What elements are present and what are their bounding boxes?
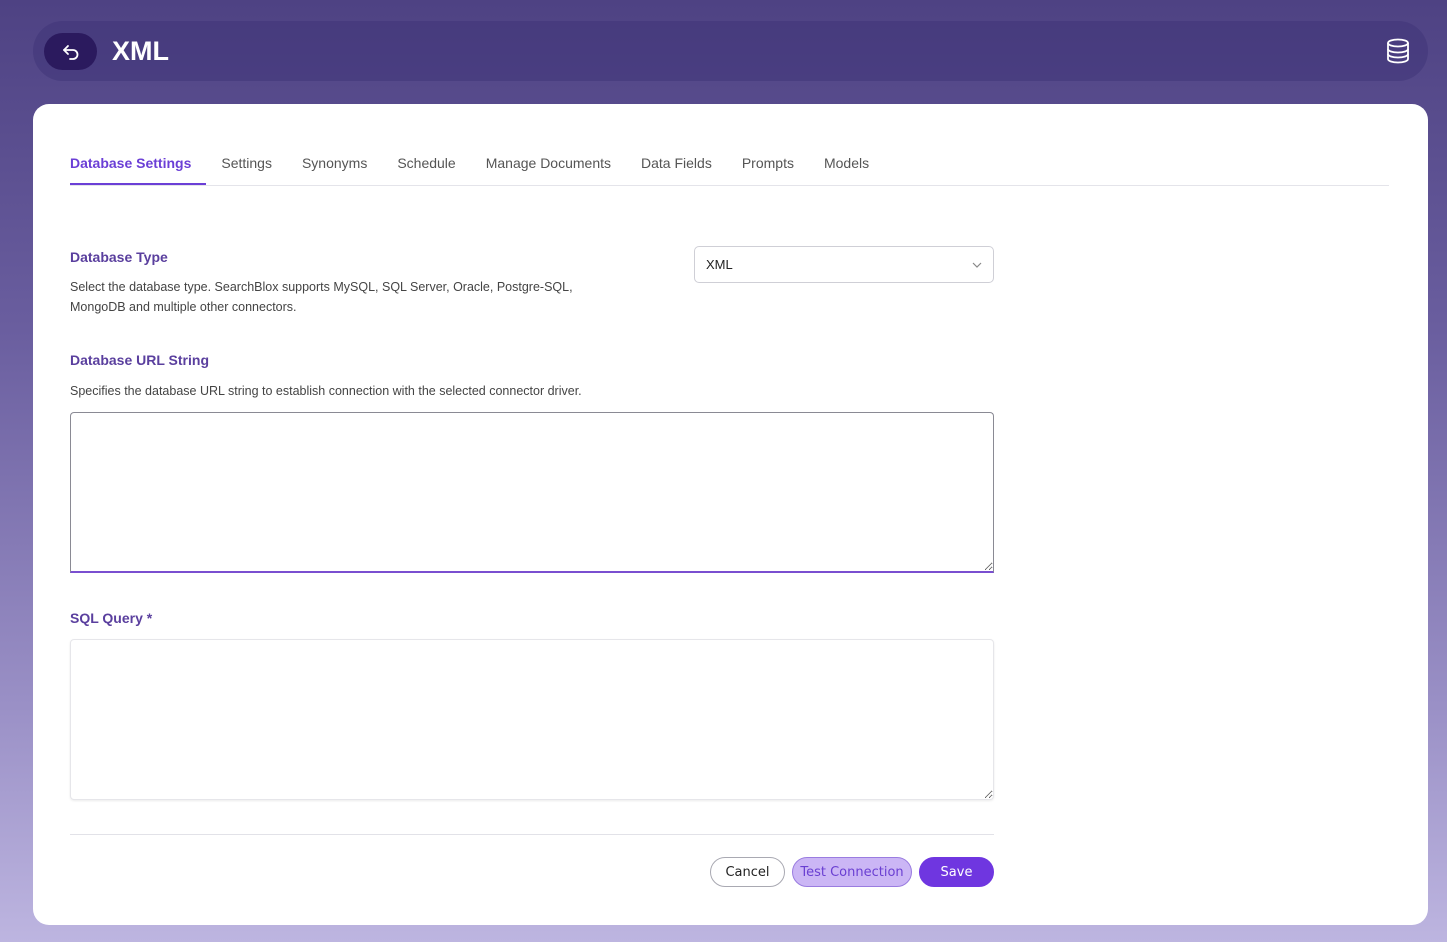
sql-query-label: SQL Query *: [70, 610, 153, 626]
tab-models[interactable]: Models: [809, 144, 884, 185]
footer-divider: [70, 834, 994, 835]
tab-database-settings[interactable]: Database Settings: [70, 144, 207, 185]
tab-bar: Database Settings Settings Synonyms Sche…: [70, 144, 1389, 186]
test-connection-button[interactable]: Test Connection: [792, 857, 912, 887]
save-button[interactable]: Save: [919, 857, 994, 887]
tab-synonyms[interactable]: Synonyms: [287, 144, 382, 185]
database-icon: [1385, 37, 1411, 65]
database-type-label: Database Type: [70, 249, 168, 265]
database-type-select[interactable]: XML: [694, 246, 994, 283]
tab-schedule[interactable]: Schedule: [382, 144, 470, 185]
cancel-button[interactable]: Cancel: [710, 857, 785, 887]
database-url-input[interactable]: [70, 412, 994, 573]
chevron-down-icon: [972, 262, 982, 268]
database-type-value: XML: [706, 257, 733, 272]
sql-query-input[interactable]: [70, 639, 994, 800]
back-button[interactable]: [44, 33, 97, 70]
tab-data-fields[interactable]: Data Fields: [626, 144, 727, 185]
top-bar: XML: [33, 21, 1428, 81]
back-arrow-icon: [62, 44, 78, 60]
database-url-label: Database URL String: [70, 352, 209, 368]
tab-prompts[interactable]: Prompts: [727, 144, 809, 185]
tab-settings[interactable]: Settings: [206, 144, 287, 185]
database-url-description: Specifies the database URL string to est…: [70, 384, 582, 398]
tab-manage-documents[interactable]: Manage Documents: [471, 144, 626, 185]
database-type-description: Select the database type. SearchBlox sup…: [70, 280, 573, 314]
settings-card: Database Settings Settings Synonyms Sche…: [33, 104, 1428, 925]
page-title: XML: [112, 36, 169, 66]
